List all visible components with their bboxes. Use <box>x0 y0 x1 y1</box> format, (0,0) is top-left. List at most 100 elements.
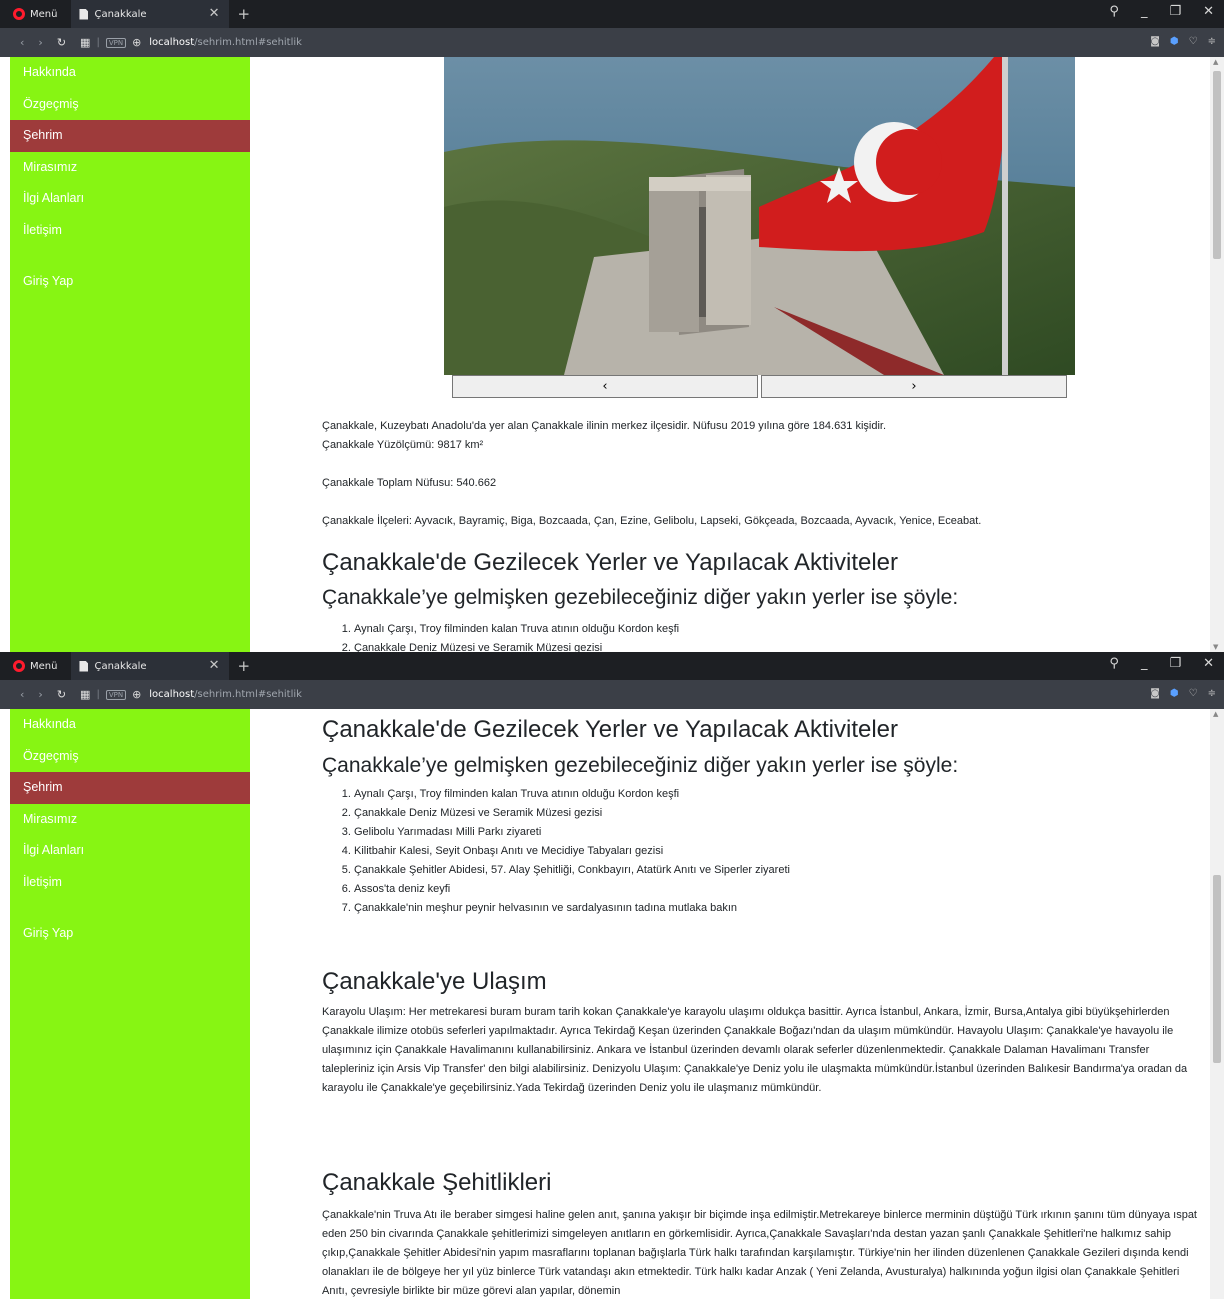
sidebar-item-sehrim[interactable]: Şehrim <box>10 120 250 152</box>
browser-window-top: Menü Çanakkale ✕ + ⚲ _ ❐ ✕ ‹ › ↻ ▦ | VPN… <box>0 0 1224 652</box>
url-field[interactable]: localhost/sehrim.html#sehitlik <box>149 689 302 700</box>
page-viewport: Hakkında Özgeçmiş Şehrim Mirasımız İlgi … <box>0 57 1224 652</box>
places-heading: Çanakkale'de Gezilecek Yerler ve Yapılac… <box>322 549 899 576</box>
close-window-icon[interactable]: ✕ <box>1203 4 1214 19</box>
carousel-image <box>444 57 1075 375</box>
forward-icon[interactable]: › <box>38 36 42 49</box>
sidebar-item-iletisim[interactable]: İletişim <box>10 215 250 247</box>
speed-dial-icon[interactable]: ▦ <box>80 688 90 701</box>
reload-icon[interactable]: ↻ <box>57 688 66 701</box>
sidebar-item-mirasimiz[interactable]: Mirasımız <box>10 804 250 836</box>
camera-icon[interactable]: ◙ <box>1150 688 1160 699</box>
scroll-up-icon[interactable]: ▲ <box>1213 58 1218 66</box>
main-content: Çanakkale'de Gezilecek Yerler ve Yapılac… <box>250 709 1210 1299</box>
sidebar-item-sehrim[interactable]: Şehrim <box>10 772 250 804</box>
places-list: Aynalı Çarşı, Troy filminden kalan Truva… <box>354 620 679 652</box>
settings-icon[interactable]: ≑ <box>1208 36 1216 47</box>
login-link[interactable]: Giriş Yap <box>10 266 250 298</box>
info-line-4: Çanakkale İlçeleri: Ayvacık, Bayramiç, B… <box>322 515 982 527</box>
sidebar: Hakkında Özgeçmiş Şehrim Mirasımız İlgi … <box>10 709 250 1299</box>
scroll-thumb[interactable] <box>1213 875 1221 1063</box>
login-link[interactable]: Giriş Yap <box>10 918 250 950</box>
shield-icon[interactable]: ⬢ <box>1170 688 1179 699</box>
scrollbar[interactable]: ▲ ▼ <box>1210 57 1224 652</box>
close-tab-icon[interactable]: ✕ <box>209 658 220 673</box>
vpn-badge[interactable]: VPN <box>105 689 127 700</box>
search-icon[interactable]: ⚲ <box>1109 656 1119 671</box>
restore-icon[interactable]: ❐ <box>1169 656 1181 671</box>
tab-title: Çanakkale <box>94 8 147 20</box>
sidebar-item-ozgecmis[interactable]: Özgeçmiş <box>10 89 250 121</box>
settings-icon[interactable]: ≑ <box>1208 688 1216 699</box>
tab-canakkale[interactable]: Çanakkale ✕ <box>71 652 230 680</box>
list-item: Assos'ta deniz keyfi <box>354 880 790 899</box>
tab-bar: Menü Çanakkale ✕ + ⚲ _ ❐ ✕ <box>0 0 1224 28</box>
heart-icon[interactable]: ♡ <box>1189 36 1198 47</box>
vpn-badge[interactable]: VPN <box>105 37 127 48</box>
window-controls: ⚲ _ ❐ ✕ <box>1109 656 1214 671</box>
minimize-icon[interactable]: _ <box>1141 656 1148 671</box>
sidebar-item-mirasimiz[interactable]: Mirasımız <box>10 152 250 184</box>
info-line-1: Çanakkale, Kuzeybatı Anadolu'da yer alan… <box>322 420 887 432</box>
new-tab-icon[interactable]: + <box>237 5 250 23</box>
heart-icon[interactable]: ♡ <box>1189 688 1198 699</box>
places-subheading: Çanakkale’ye gelmişken gezebileceğiniz d… <box>322 754 959 777</box>
sidebar-item-ilgi-alanlari[interactable]: İlgi Alanları <box>10 183 250 215</box>
sidebar-item-hakkinda[interactable]: Hakkında <box>10 709 250 741</box>
close-window-icon[interactable]: ✕ <box>1203 656 1214 671</box>
close-tab-icon[interactable]: ✕ <box>209 6 220 21</box>
places-list: Aynalı Çarşı, Troy filminden kalan Truva… <box>354 785 790 918</box>
sidebar-item-ozgecmis[interactable]: Özgeçmiş <box>10 741 250 773</box>
opera-menu-button[interactable]: Menü <box>0 0 65 28</box>
restore-icon[interactable]: ❐ <box>1169 4 1181 19</box>
sidebar-item-iletisim[interactable]: İletişim <box>10 867 250 899</box>
list-item: Aynalı Çarşı, Troy filminden kalan Truva… <box>354 620 679 639</box>
menu-label: Menü <box>30 660 58 672</box>
list-item: Kilitbahir Kalesi, Seyit Onbaşı Anıtı ve… <box>354 842 790 861</box>
martyrs-heading: Çanakkale Şehitlikleri <box>322 1169 552 1196</box>
document-icon <box>79 8 89 20</box>
browser-window-bottom: Menü Çanakkale ✕ + ⚲ _ ❐ ✕ ‹ › ↻ ▦ | VPN… <box>0 652 1224 1299</box>
globe-icon: ⊕ <box>132 688 142 701</box>
shield-icon[interactable]: ⬢ <box>1170 36 1179 47</box>
tab-bar: Menü Çanakkale ✕ + ⚲ _ ❐ ✕ <box>0 652 1224 680</box>
list-item: Gelibolu Yarımadası Milli Parkı ziyareti <box>354 823 790 842</box>
carousel-prev-button[interactable]: ‹ <box>452 375 758 398</box>
scrollbar[interactable]: ▲ <box>1210 709 1224 1299</box>
forward-icon[interactable]: › <box>38 688 42 701</box>
url-field[interactable]: localhost/sehrim.html#sehitlik <box>149 37 302 48</box>
list-item: Aynalı Çarşı, Troy filminden kalan Truva… <box>354 785 790 804</box>
list-item: Çanakkale'nin meşhur peynir helvasının v… <box>354 899 790 918</box>
carousel-next-button[interactable]: › <box>761 375 1067 398</box>
scroll-down-icon[interactable]: ▼ <box>1213 643 1218 651</box>
opera-logo-icon <box>13 8 25 20</box>
reload-icon[interactable]: ↻ <box>57 36 66 49</box>
places-subheading: Çanakkale’ye gelmişken gezebileceğiniz d… <box>322 586 959 609</box>
back-icon[interactable]: ‹ <box>20 36 24 49</box>
tab-canakkale[interactable]: Çanakkale ✕ <box>71 0 230 28</box>
speed-dial-icon[interactable]: ▦ <box>80 36 90 49</box>
address-bar: ‹ › ↻ ▦ | VPN ⊕ localhost/sehrim.html#se… <box>0 680 1224 709</box>
opera-menu-button[interactable]: Menü <box>0 652 65 680</box>
sidebar-item-hakkinda[interactable]: Hakkında <box>10 57 250 89</box>
new-tab-icon[interactable]: + <box>237 657 250 675</box>
search-icon[interactable]: ⚲ <box>1109 4 1119 19</box>
scroll-up-icon[interactable]: ▲ <box>1213 710 1218 718</box>
camera-icon[interactable]: ◙ <box>1150 36 1160 47</box>
info-line-2: Çanakkale Yüzölçümü: 9817 km² <box>322 439 484 451</box>
opera-logo-icon <box>13 660 25 672</box>
document-icon <box>79 660 89 672</box>
info-line-3: Çanakkale Toplam Nüfusu: 540.662 <box>322 477 497 489</box>
back-icon[interactable]: ‹ <box>20 688 24 701</box>
scroll-thumb[interactable] <box>1213 71 1221 259</box>
tab-title: Çanakkale <box>94 660 147 672</box>
transport-paragraph: Karayolu Ulaşım: Her metrekaresi buram b… <box>322 1006 1188 1094</box>
address-bar: ‹ › ↻ ▦ | VPN ⊕ localhost/sehrim.html#se… <box>0 28 1224 57</box>
sidebar-item-ilgi-alanlari[interactable]: İlgi Alanları <box>10 835 250 867</box>
main-content: ‹ › Çanakkale, Kuzeybatı Anadolu'da yer … <box>250 57 1210 652</box>
martyrs-paragraph: Çanakkale'nin Truva Atı ile beraber simg… <box>322 1209 1197 1297</box>
minimize-icon[interactable]: _ <box>1141 4 1148 19</box>
places-heading: Çanakkale'de Gezilecek Yerler ve Yapılac… <box>322 716 899 743</box>
transport-heading: Çanakkale'ye Ulaşım <box>322 968 547 995</box>
list-item: Çanakkale Deniz Müzesi ve Seramik Müzesi… <box>354 804 790 823</box>
